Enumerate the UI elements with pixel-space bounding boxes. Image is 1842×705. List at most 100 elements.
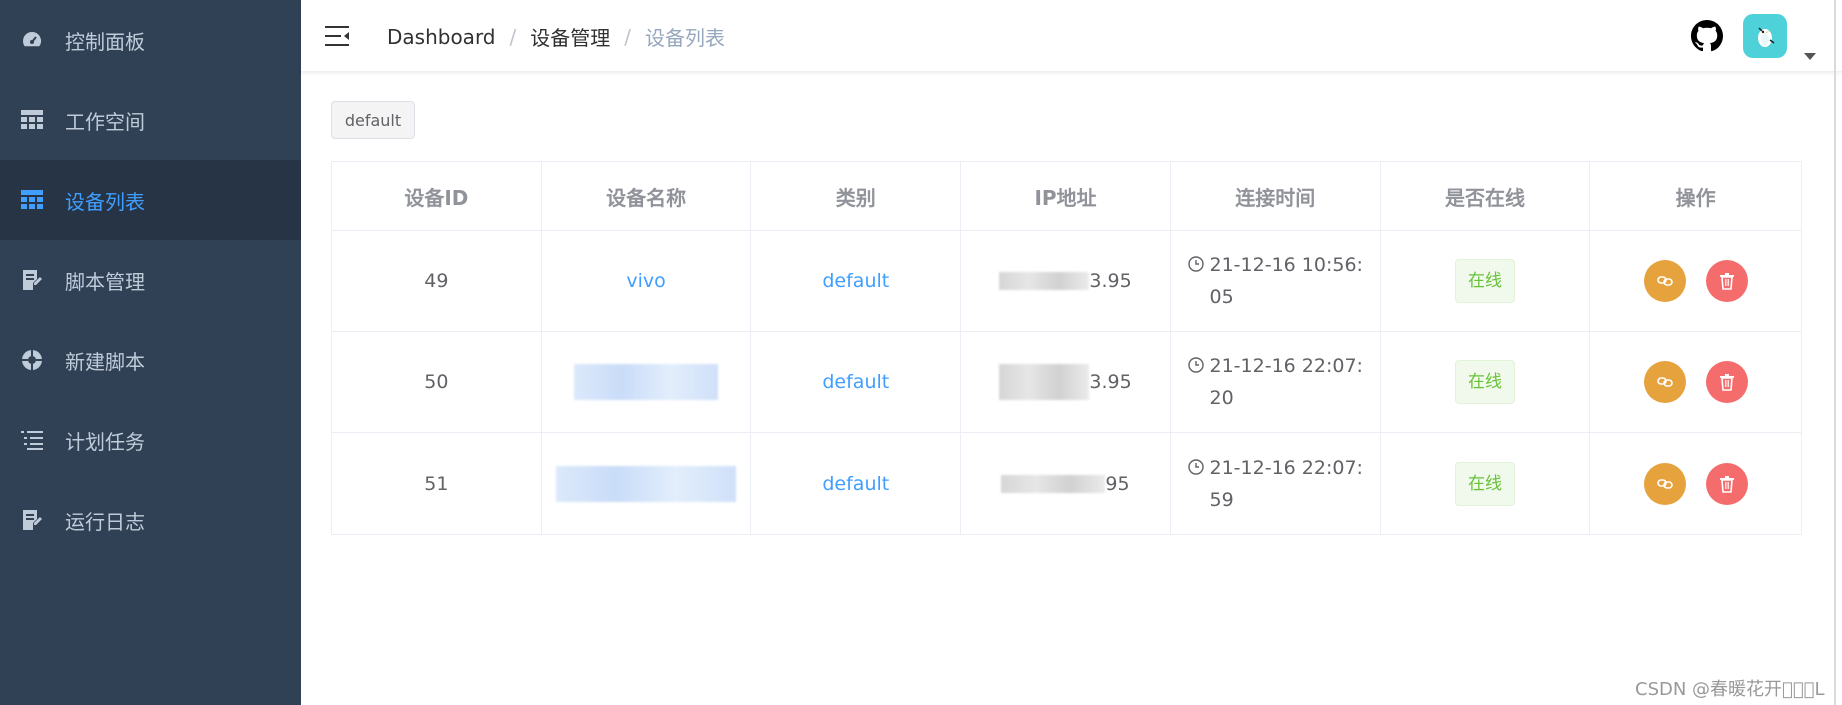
ip-cell: 95 <box>961 433 1171 534</box>
document-icon <box>20 508 44 532</box>
device-id: 49 <box>332 231 542 331</box>
connect-time-line2: 05 <box>1209 286 1234 308</box>
delete-button[interactable] <box>1705 361 1748 403</box>
delete-button[interactable] <box>1705 260 1748 302</box>
sidebar-item-label: 新建脚本 <box>65 349 145 374</box>
breadcrumb-separator: / <box>509 24 517 49</box>
connect-time-line1: 21-12-16 22:07: <box>1209 456 1363 479</box>
sidebar-item-label: 控制面板 <box>65 29 145 54</box>
breadcrumb-separator: / <box>624 24 632 49</box>
category-cell: default <box>751 231 962 331</box>
sidebar-item-workspace[interactable]: 工作空间 <box>0 80 301 160</box>
connect-time-cell: 21-12-16 10:56: 05 <box>1171 231 1381 331</box>
online-cell: 在线 <box>1381 433 1591 534</box>
device-id: 50 <box>332 332 542 432</box>
header-device-name: 设备名称 <box>542 162 752 230</box>
grid-icon <box>20 108 44 132</box>
header-ip: IP地址 <box>961 162 1171 230</box>
connect-time-line1: 21-12-16 10:56: <box>1209 254 1363 276</box>
category-link[interactable]: default <box>822 371 889 393</box>
category-link[interactable]: default <box>822 473 889 495</box>
redacted-device-name[interactable] <box>556 465 737 502</box>
breadcrumb-dashboard[interactable]: Dashboard <box>387 25 496 49</box>
breadcrumb-device-management[interactable]: 设备管理 <box>530 22 610 51</box>
sidebar-item-new-script[interactable]: 新建脚本 <box>0 320 301 400</box>
clock-icon <box>1187 256 1204 272</box>
edit-button[interactable] <box>1643 361 1686 403</box>
link-icon <box>1656 276 1673 286</box>
connect-time-cell: 21-12-16 22:07: 59 <box>1171 433 1381 534</box>
sidebar-item-label: 运行日志 <box>65 509 145 534</box>
connect-time-line2: 59 <box>1209 488 1234 511</box>
redacted-ip <box>999 364 1090 400</box>
header-actions: 操作 <box>1675 185 1716 210</box>
dashboard-icon <box>20 28 44 52</box>
header-connect-time: 连接时间 <box>1171 162 1381 230</box>
category-cell: default <box>751 332 962 432</box>
caret-down-icon[interactable] <box>1804 53 1816 60</box>
scrollbar[interactable] <box>1834 0 1836 705</box>
device-name-link[interactable]: vivo <box>626 270 665 292</box>
aperture-icon <box>20 348 44 372</box>
link-icon <box>1656 377 1673 387</box>
device-table: 设备ID 设备名称 类别 IP地址 连接时间 是否在线 操作 49 vivo d… <box>331 161 1802 535</box>
ip-cell: 3.95 <box>961 332 1171 432</box>
watermark: CSDN @春暖花开   L <box>1635 679 1825 700</box>
clock-icon <box>1187 458 1204 475</box>
online-cell: 在线 <box>1381 231 1591 331</box>
edit-button[interactable] <box>1643 462 1686 505</box>
actions-cell <box>1590 332 1801 432</box>
status-badge: 在线 <box>1454 360 1515 404</box>
link-icon <box>1656 478 1673 489</box>
sidebar-item-dashboard[interactable]: 控制面板 <box>0 0 301 80</box>
category-link[interactable]: default <box>822 270 889 292</box>
clock-icon <box>1187 357 1204 373</box>
actions-cell <box>1590 231 1801 331</box>
device-id: 51 <box>332 433 542 534</box>
device-name-cell: vivo <box>542 231 752 331</box>
avatar[interactable] <box>1743 14 1787 58</box>
sidebar: 控制面板 工作空间 设备列表 脚本管理 新建脚本 计划任务 运行日志 <box>0 0 301 705</box>
status-badge: 在线 <box>1454 259 1515 303</box>
document-icon <box>20 268 44 292</box>
sidebar-item-script-manage[interactable]: 脚本管理 <box>0 240 301 320</box>
table-header: 设备ID 设备名称 类别 IP地址 连接时间 是否在线 操作 <box>332 162 1801 231</box>
connect-time-line2: 20 <box>1209 387 1234 409</box>
online-cell: 在线 <box>1381 332 1591 432</box>
grid-icon <box>20 188 44 212</box>
hamburger-icon[interactable] <box>325 24 351 48</box>
ip-suffix: 95 <box>1105 472 1130 495</box>
breadcrumb-device-list: 设备列表 <box>645 26 726 50</box>
sidebar-item-run-log[interactable]: 运行日志 <box>0 480 301 560</box>
sidebar-item-label: 计划任务 <box>65 429 145 454</box>
header-device-id: 设备ID <box>332 162 542 230</box>
sidebar-item-scheduled-tasks[interactable]: 计划任务 <box>0 400 301 480</box>
navbar: Dashboard / 设备管理 / 设备列表 <box>301 0 1842 72</box>
sidebar-item-label: 设备列表 <box>65 189 145 214</box>
trash-icon <box>1719 475 1734 493</box>
redacted-ip <box>999 272 1090 290</box>
ip-suffix: 3.95 <box>1089 270 1132 292</box>
table-row: 49 vivo default 3.95 21-12-16 10:56: 05 在… <box>332 231 1801 332</box>
table-row: 51 default 95 21-12-16 22:07: 59 在线 <box>332 433 1801 534</box>
breadcrumb: Dashboard / 设备管理 / 设备列表 <box>387 22 725 51</box>
redacted-device-name[interactable] <box>574 364 719 400</box>
category-tag-default[interactable]: default <box>331 101 415 139</box>
connect-time-line1: 21-12-16 22:07: <box>1209 355 1363 377</box>
connect-time-cell: 21-12-16 22:07: 20 <box>1171 332 1381 432</box>
device-name-cell <box>542 332 752 432</box>
delete-button[interactable] <box>1705 462 1748 505</box>
list-icon <box>20 428 44 452</box>
edit-button[interactable] <box>1643 260 1686 302</box>
device-name-cell <box>542 433 752 534</box>
redacted-ip <box>1001 474 1106 493</box>
actions-cell <box>1590 433 1801 534</box>
status-badge: 在线 <box>1454 461 1515 506</box>
sidebar-item-label: 工作空间 <box>65 109 145 134</box>
github-icon[interactable] <box>1691 20 1723 52</box>
table-row: 50 default 3.95 21-12-16 22:07: 20 在线 <box>332 332 1801 433</box>
sidebar-item-device-list[interactable]: 设备列表 <box>0 160 301 240</box>
header-online: 是否在线 <box>1381 162 1591 230</box>
trash-icon <box>1719 273 1734 290</box>
ip-cell: 3.95 <box>961 231 1171 331</box>
